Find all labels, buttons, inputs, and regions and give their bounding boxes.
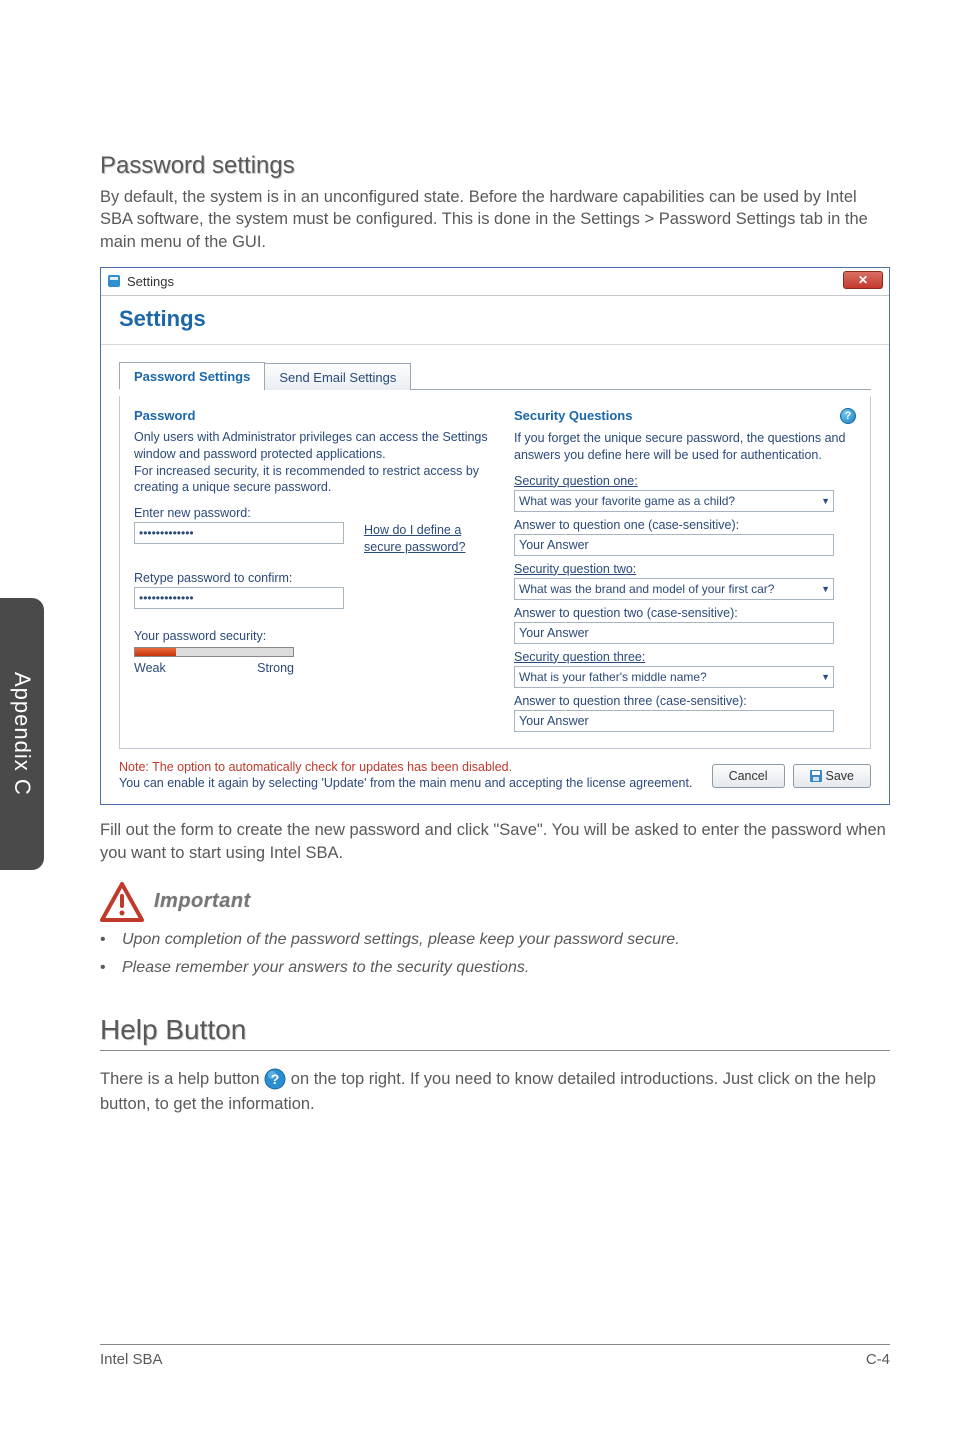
password-column: Password Only users with Administrator p… [134, 408, 494, 732]
enter-password-input[interactable] [134, 522, 344, 544]
question-one-value: What was your favorite game as a child? [514, 490, 834, 512]
cancel-button[interactable]: Cancel [712, 764, 785, 788]
security-questions-heading: Security Questions [514, 408, 632, 423]
question-two-value: What was the brand and model of your fir… [514, 578, 834, 600]
save-disk-icon [810, 770, 822, 782]
appendix-side-tab-label: Appendix C [9, 672, 35, 796]
bullet-text: Upon completion of the password settings… [122, 928, 680, 952]
save-button[interactable]: Save [793, 764, 872, 788]
warning-triangle-icon [100, 882, 144, 922]
retype-password-label: Retype password to confirm: [134, 571, 494, 585]
bullet-text: Please remember your answers to the secu… [122, 956, 529, 980]
chevron-down-icon: ▼ [821, 666, 830, 688]
important-label: Important [154, 890, 251, 913]
window-titlebar: Settings ✕ [101, 268, 889, 296]
how-define-password-link[interactable]: How do I define a secure password? [364, 522, 465, 555]
page-footer: Intel SBA C-4 [100, 1344, 890, 1368]
settings-tabs: Password Settings Send Email Settings [119, 361, 871, 390]
password-strength-fill [135, 648, 176, 656]
heading-help-button: Help Button [100, 1014, 890, 1051]
answer-two-label: Answer to question two (case-sensitive): [514, 606, 856, 620]
bullet-item: • Please remember your answers to the se… [100, 956, 890, 980]
answer-one-label: Answer to question one (case-sensitive): [514, 518, 856, 532]
answer-three-input[interactable]: Your Answer [514, 710, 834, 732]
answer-three-label: Answer to question three (case-sensitive… [514, 694, 856, 708]
appendix-side-tab: Appendix C [0, 598, 44, 870]
answer-two-input[interactable]: Your Answer [514, 622, 834, 644]
strength-weak-label: Weak [134, 661, 166, 675]
security-questions-column: Security Questions ? If you forget the u… [514, 408, 856, 732]
settings-page-title: Settings [101, 296, 889, 345]
help-paragraph: There is a help button ? on the top righ… [100, 1067, 890, 1118]
footer-area: Note: The option to automatically check … [119, 759, 871, 793]
question-one-select[interactable]: What was your favorite game as a child? … [514, 490, 834, 512]
strength-strong-label: Strong [257, 661, 294, 675]
chevron-down-icon: ▼ [821, 490, 830, 512]
help-icon[interactable]: ? [840, 408, 856, 424]
heading-password-settings: Password settings [100, 152, 890, 180]
bullet-dot-icon: • [100, 956, 112, 980]
intro-paragraph: By default, the system is in an unconfig… [100, 186, 890, 253]
bullet-dot-icon: • [100, 928, 112, 952]
update-note: Note: The option to automatically check … [119, 759, 692, 793]
question-one-label: Security question one: [514, 474, 856, 488]
password-description: Only users with Administrator privileges… [134, 429, 494, 497]
after-screenshot-paragraph: Fill out the form to create the new pass… [100, 819, 890, 864]
close-icon[interactable]: ✕ [843, 271, 883, 289]
tab-password-settings[interactable]: Password Settings [119, 362, 265, 390]
tab-send-email-settings[interactable]: Send Email Settings [264, 363, 411, 390]
password-strength-meter [134, 647, 294, 657]
question-three-value: What is your father's middle name? [514, 666, 834, 688]
password-section-heading: Password [134, 408, 494, 423]
update-note-disabled: Note: The option to automatically check … [119, 759, 692, 776]
question-two-label: Security question two: [514, 562, 856, 576]
answer-one-input[interactable]: Your Answer [514, 534, 834, 556]
svg-text:?: ? [271, 1071, 280, 1087]
window-title: Settings [127, 274, 174, 289]
help-para-part1: There is a help button [100, 1070, 264, 1088]
settings-panel: Password Only users with Administrator p… [119, 396, 871, 749]
password-strength-scale: Weak Strong [134, 661, 294, 675]
question-three-label: Security question three: [514, 650, 856, 664]
retype-password-input[interactable] [134, 587, 344, 609]
security-questions-description: If you forget the unique secure password… [514, 430, 856, 464]
chevron-down-icon: ▼ [821, 578, 830, 600]
footer-left: Intel SBA [100, 1351, 163, 1368]
footer-right: C-4 [866, 1351, 890, 1368]
enter-password-label: Enter new password: [134, 506, 494, 520]
question-two-select[interactable]: What was the brand and model of your fir… [514, 578, 834, 600]
update-note-enable: You can enable it again by selecting 'Up… [119, 775, 692, 792]
important-bullets: • Upon completion of the password settin… [100, 928, 890, 980]
save-button-label: Save [826, 769, 855, 783]
important-callout: Important [100, 882, 890, 922]
password-strength-label: Your password security: [134, 629, 494, 643]
help-icon: ? [264, 1068, 286, 1090]
settings-window: Settings ✕ Settings Password Settings Se… [100, 267, 890, 806]
question-three-select[interactable]: What is your father's middle name? ▼ [514, 666, 834, 688]
window-app-icon [107, 274, 121, 288]
bullet-item: • Upon completion of the password settin… [100, 928, 890, 952]
